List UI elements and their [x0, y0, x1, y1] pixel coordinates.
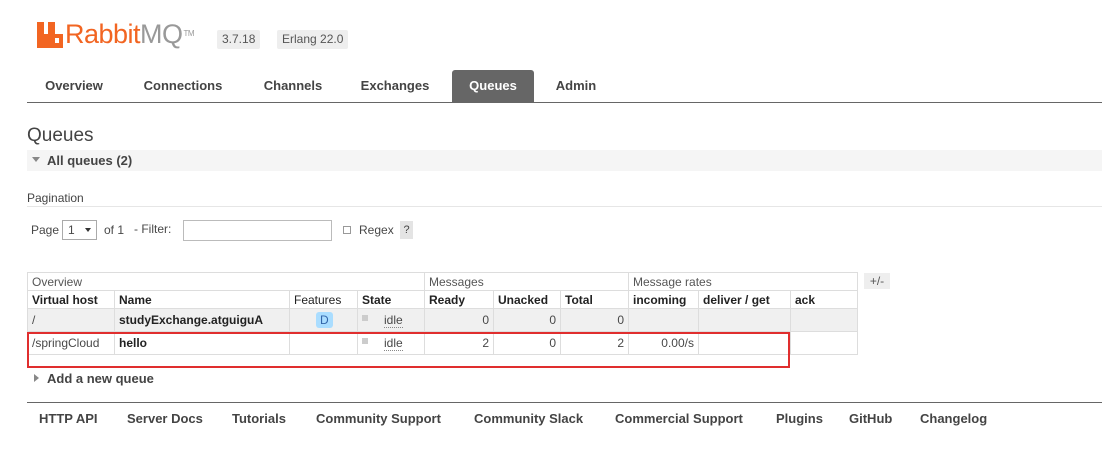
- column-header-ack[interactable]: ack: [790, 290, 858, 309]
- rabbitmq-logo-icon: [37, 22, 63, 48]
- state-indicator-icon: [362, 315, 368, 321]
- triangle-right-icon: [34, 374, 39, 382]
- total-cell: 0: [560, 308, 629, 332]
- version-badge: 3.7.18: [217, 30, 261, 49]
- column-header-deliver-get[interactable]: deliver / get: [698, 290, 791, 309]
- footer-link-community-support[interactable]: Community Support: [316, 411, 441, 426]
- features-cell: D: [289, 308, 358, 332]
- filter-label: - Filter:: [134, 222, 172, 236]
- main-tabs: Overview Connections Channels Exchanges …: [27, 70, 1102, 103]
- tab-connections[interactable]: Connections: [130, 70, 236, 102]
- tab-channels[interactable]: Channels: [250, 70, 336, 102]
- divider: [27, 206, 1102, 207]
- unacked-cell: 0: [493, 308, 561, 332]
- page-select-value: 1: [68, 223, 75, 237]
- state-cell: idle: [357, 308, 425, 332]
- vhost-cell: /: [27, 308, 115, 332]
- erlang-version-badge: Erlang 22.0: [277, 30, 349, 49]
- queue-name-link[interactable]: studyExchange.atguiguA: [114, 308, 290, 332]
- ack-cell: [790, 331, 858, 355]
- footer-link-tutorials[interactable]: Tutorials: [232, 411, 286, 426]
- pagination-heading: Pagination: [27, 191, 84, 205]
- brand-name: RabbitMQTM: [65, 19, 195, 49]
- footer-link-commercial-support[interactable]: Commercial Support: [615, 411, 743, 426]
- tab-overview[interactable]: Overview: [29, 70, 119, 102]
- column-header-total[interactable]: Total: [560, 290, 629, 309]
- section-title: All queues (2): [47, 153, 133, 168]
- state-text: idle: [384, 313, 403, 328]
- incoming-cell: [628, 308, 699, 332]
- column-header-features: Features: [289, 290, 358, 309]
- footer-link-community-slack[interactable]: Community Slack: [474, 411, 583, 426]
- highlight-box: [27, 332, 790, 368]
- group-header-message-rates: Message rates: [628, 272, 858, 291]
- ack-cell: [790, 308, 858, 332]
- page-select[interactable]: 1: [62, 220, 97, 240]
- filter-input[interactable]: [183, 220, 332, 241]
- footer-link-server-docs[interactable]: Server Docs: [127, 411, 203, 426]
- page-label: Page: [31, 223, 60, 237]
- add-queue-label: Add a new queue: [47, 371, 154, 386]
- column-header-vhost[interactable]: Virtual host: [27, 290, 115, 309]
- all-queues-section-toggle[interactable]: All queues (2): [27, 150, 1102, 171]
- column-header-unacked[interactable]: Unacked: [493, 290, 561, 309]
- tab-exchanges[interactable]: Exchanges: [349, 70, 441, 102]
- tab-admin[interactable]: Admin: [542, 70, 610, 102]
- table-row: / studyExchange.atguiguA D idle 0 0 0: [27, 308, 858, 332]
- column-header-incoming[interactable]: incoming: [628, 290, 699, 309]
- footer-divider: [27, 402, 1102, 403]
- page-count-label: of 1: [104, 223, 125, 237]
- ready-cell: 0: [424, 308, 494, 332]
- rabbitmq-logo: RabbitMQTM: [37, 18, 195, 49]
- regex-label: Regex: [359, 223, 394, 237]
- column-header-state[interactable]: State: [357, 290, 425, 309]
- chevron-down-icon: [85, 228, 91, 232]
- footer-link-plugins[interactable]: Plugins: [776, 411, 823, 426]
- regex-checkbox[interactable]: [343, 226, 351, 234]
- footer-link-http-api[interactable]: HTTP API: [39, 411, 98, 426]
- footer-link-github[interactable]: GitHub: [849, 411, 892, 426]
- page-title: Queues: [27, 125, 94, 146]
- group-header-messages: Messages: [424, 272, 629, 291]
- column-header-name[interactable]: Name: [114, 290, 290, 309]
- tab-queues[interactable]: Queues: [452, 70, 534, 102]
- triangle-down-icon: [32, 157, 40, 162]
- footer-link-changelog[interactable]: Changelog: [920, 411, 987, 426]
- deliver-get-cell: [698, 308, 791, 332]
- regex-help-button[interactable]: ?: [400, 221, 413, 239]
- group-header-overview: Overview: [27, 272, 425, 291]
- durable-feature-badge: D: [316, 312, 333, 328]
- column-toggle-button[interactable]: +/-: [864, 273, 890, 289]
- column-header-ready[interactable]: Ready: [424, 290, 494, 309]
